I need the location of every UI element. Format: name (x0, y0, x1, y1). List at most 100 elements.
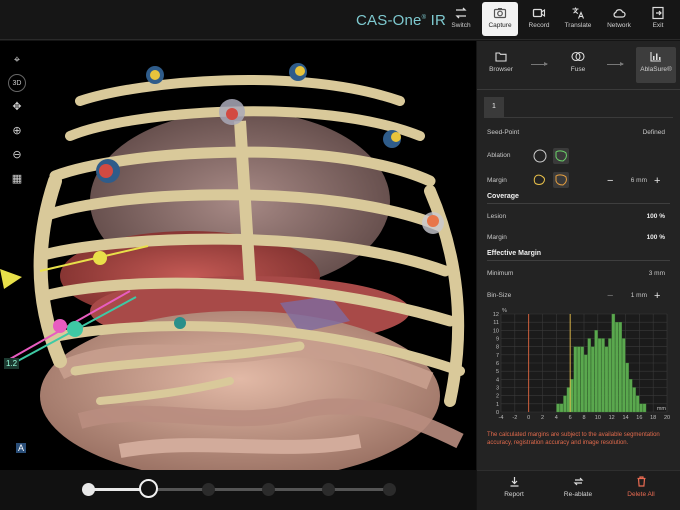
margin-value: 6 mm (630, 177, 647, 184)
3d-viewport[interactable]: ⌖ 3D ✥ ⊕ ⊖ ▦ 1.2 A (0, 41, 476, 470)
histogram-bar (580, 346, 584, 413)
repeat-icon (573, 477, 583, 486)
seed-point-row: Seed-Point Defined (487, 129, 665, 136)
coverage-lesion-row: Lesion 100 % (487, 213, 665, 220)
bin-size-increase-button[interactable]: + (654, 291, 660, 302)
exit-button[interactable]: Exit (640, 2, 676, 36)
x-tick-label: -4 (499, 415, 504, 421)
histogram-bar (608, 338, 612, 413)
zoom-out-icon[interactable]: ⊖ (8, 146, 26, 164)
y-tick-label: 5 (496, 369, 499, 375)
y-tick-label: 4 (496, 377, 499, 383)
move-icon[interactable]: ✥ (8, 98, 26, 116)
histogram-bar (577, 346, 581, 413)
report-button[interactable]: Report (489, 476, 539, 498)
histogram-bar (584, 354, 588, 413)
timeline-handle[interactable] (139, 479, 158, 498)
histogram-bar (629, 379, 633, 413)
capture-button[interactable]: Capture (482, 2, 518, 36)
timeline-step[interactable] (202, 483, 215, 496)
x-tick-label: 18 (650, 415, 656, 421)
histogram-bar (642, 403, 647, 413)
divider (487, 203, 670, 204)
histogram-bar (611, 313, 616, 413)
x-tick-label: 4 (555, 415, 558, 421)
grid-icon[interactable]: ▦ (8, 170, 26, 188)
histogram-bar (573, 346, 578, 413)
chart-icon (650, 52, 661, 62)
folder-icon (495, 52, 507, 62)
x-tick-label: 2 (541, 415, 544, 421)
zoom-in-icon[interactable]: ⊕ (8, 122, 26, 140)
lesion-shape-icon[interactable] (532, 172, 548, 188)
ablasure-panel: Browser Fuse AblaSure® 1 Seed-Point Defi… (477, 41, 680, 470)
y-axis-label: % (502, 308, 507, 314)
histogram-bar (559, 403, 564, 413)
overlay-label: 1.2 (4, 358, 20, 369)
y-tick-label: 2 (496, 394, 499, 400)
margin-shape-icon[interactable] (553, 172, 569, 188)
anatomy-render (0, 63, 465, 470)
workflow-arrow (531, 62, 548, 66)
workflow-fuse[interactable]: Fuse (558, 47, 598, 83)
y-tick-label: 6 (496, 361, 499, 367)
minimum-row: Minimum 3 mm (487, 270, 665, 277)
timeline-step[interactable] (322, 483, 335, 496)
3d-rotate-icon[interactable]: 3D (8, 74, 26, 92)
workflow-browser[interactable]: Browser (481, 47, 521, 83)
x-tick-label: 16 (636, 415, 642, 421)
histogram-bar (615, 322, 619, 413)
timeline-bar (0, 470, 476, 510)
workflow-ablasure[interactable]: AblaSure® (636, 47, 676, 83)
app-title: CAS-One® IR (356, 12, 446, 29)
target-icon[interactable]: ⌖ (8, 51, 26, 69)
x-tick-label: 12 (609, 415, 615, 421)
histogram-bar (618, 322, 622, 413)
exit-icon (652, 6, 664, 20)
x-tick-label: 0 (527, 415, 530, 421)
accuracy-warning: The calculated margins are subject to th… (487, 432, 660, 446)
translate-button[interactable]: Translate (560, 2, 596, 36)
histogram-bar (622, 338, 626, 413)
x-tick-label: 8 (582, 415, 585, 421)
bin-size-value: 1 mm (630, 292, 647, 299)
video-camera-icon (532, 8, 546, 18)
re-ablate-button[interactable]: Re-ablate (553, 476, 603, 498)
histogram-bar (587, 338, 591, 413)
timeline-step[interactable] (82, 483, 95, 496)
x-tick-label: -2 (512, 415, 517, 421)
switch-icon (455, 7, 467, 19)
record-button[interactable]: Record (521, 2, 557, 36)
cloud-icon (613, 9, 626, 18)
ablation-zone-icon[interactable] (553, 148, 569, 164)
y-tick-label: 3 (496, 386, 499, 392)
download-icon (510, 477, 518, 487)
trash-icon (637, 476, 645, 487)
divider (477, 89, 680, 90)
tab-1[interactable]: 1 (484, 97, 504, 117)
x-tick-label: 10 (595, 415, 601, 421)
histogram-bar (563, 395, 567, 413)
histogram-bar (590, 346, 595, 413)
workflow-arrow (607, 62, 624, 66)
delete-all-button[interactable]: Delete All (616, 476, 666, 498)
x-tick-label: 14 (622, 415, 628, 421)
margin-histogram: 0123456789101112-4 -2 0 2 4 6 8 10 12 14 16 18 20%mm (493, 308, 670, 421)
margin-increase-button[interactable]: + (654, 176, 660, 187)
action-bar: Report Re-ablate Delete All (477, 470, 680, 510)
circle-shape-icon[interactable] (532, 148, 548, 164)
histogram-bar (601, 338, 605, 413)
x-axis-label: mm (657, 406, 667, 412)
histogram-bar (635, 395, 640, 413)
histogram-bar (625, 362, 629, 413)
network-button[interactable]: Network (601, 2, 637, 36)
histogram-bar (604, 346, 609, 413)
histogram-bar (594, 330, 598, 413)
y-tick-label: 7 (496, 353, 499, 359)
timeline-step[interactable] (383, 483, 396, 496)
switch-button[interactable]: Switch (443, 2, 479, 36)
y-tick-label: 8 (496, 345, 499, 351)
top-toolbar: CAS-One® IR Switch Capture Record Transl… (0, 0, 680, 40)
y-tick-label: 1 (496, 402, 499, 408)
timeline-step[interactable] (262, 483, 275, 496)
